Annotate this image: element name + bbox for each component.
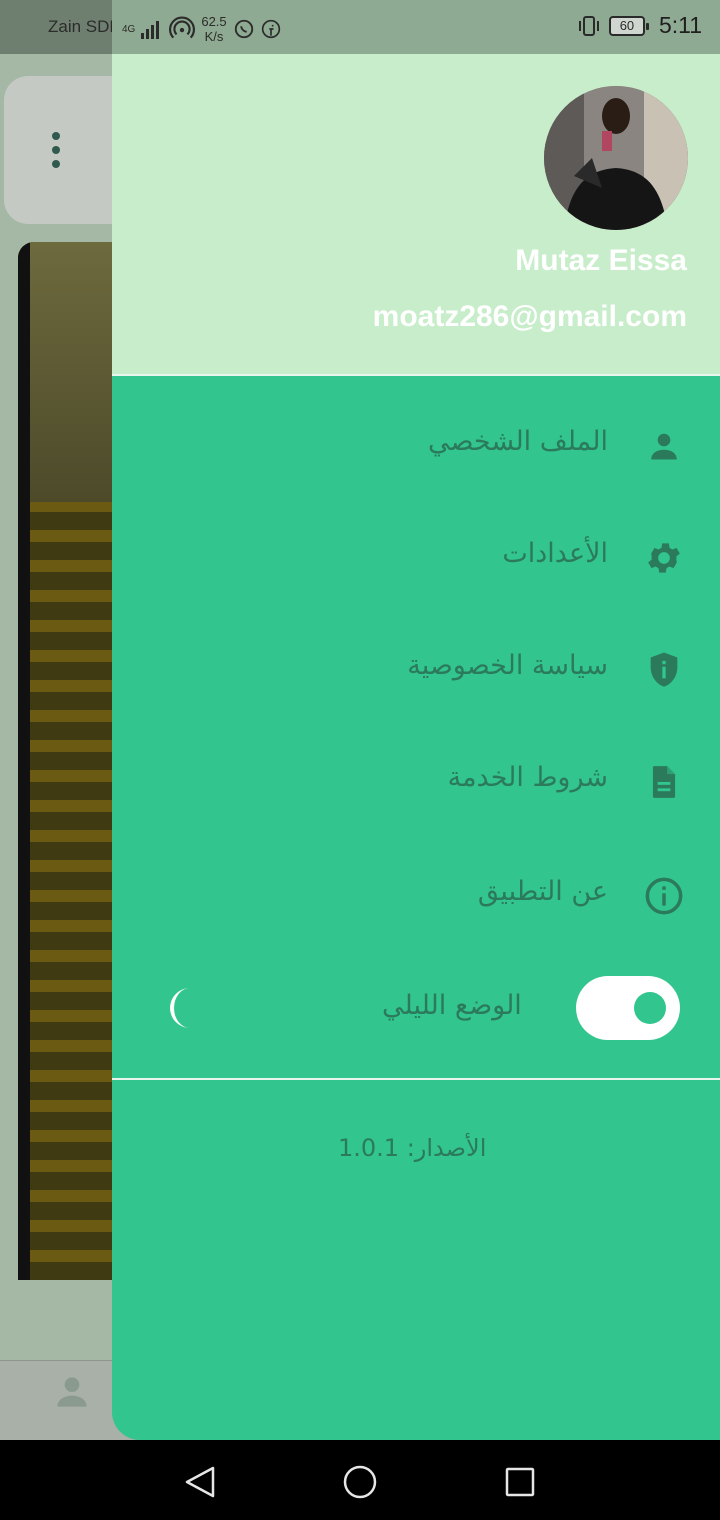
- menu-item-label: الملف الشخصي: [428, 426, 608, 457]
- user-email: moatz286@gmail.com: [372, 300, 687, 333]
- menu-item-about-app[interactable]: عن التطبيق: [112, 856, 720, 936]
- info-icon: [642, 874, 686, 918]
- menu-item-profile[interactable]: الملف الشخصي: [112, 406, 720, 486]
- carrier-name: Zain SDN: [48, 17, 122, 36]
- night-mode-label: الوضع الليلي: [382, 990, 522, 1021]
- home-button[interactable]: [342, 1464, 378, 1500]
- status-bar: 4G 62.5 K/s 60 5:11: [112, 0, 720, 54]
- network-speed: 62.5 K/s: [201, 14, 227, 44]
- system-navigation-bar: [0, 1440, 720, 1520]
- facebook-icon: [261, 19, 280, 39]
- back-button[interactable]: [182, 1464, 218, 1500]
- night-mode-toggle[interactable]: [576, 976, 680, 1040]
- navigation-drawer: 4G 62.5 K/s 60 5:11 Mutaz Eissa moatz286…: [112, 0, 720, 1440]
- shield-icon: [642, 648, 686, 692]
- menu-item-privacy-policy[interactable]: سياسة الخصوصية: [112, 630, 720, 710]
- divider: [112, 1078, 720, 1080]
- menu-item-label: سياسة الخصوصية: [407, 650, 608, 681]
- avatar[interactable]: [544, 86, 688, 230]
- gear-icon: [642, 536, 686, 580]
- app-version: الأصدار: 1.0.1: [338, 1134, 487, 1162]
- menu-item-settings[interactable]: الأعدادات: [112, 518, 720, 598]
- bottom-nav-person-icon: [50, 1370, 94, 1418]
- network-type-icon: 4G: [122, 23, 136, 35]
- hotspot-icon: [169, 16, 196, 39]
- moon-icon: [164, 986, 204, 1034]
- person-icon: [642, 424, 686, 468]
- vibrate-icon: [578, 15, 599, 36]
- more-options-icon: [52, 132, 60, 168]
- drawer-header: Mutaz Eissa moatz286@gmail.com: [112, 54, 720, 374]
- user-name: Mutaz Eissa: [515, 244, 687, 277]
- battery-icon: 60: [608, 15, 649, 36]
- document-icon: [642, 760, 686, 804]
- menu-item-label: الأعدادات: [502, 538, 608, 569]
- toggle-knob: [634, 992, 666, 1024]
- menu-item-terms-of-service[interactable]: شروط الخدمة: [112, 742, 720, 822]
- menu-item-label: شروط الخدمة: [447, 762, 608, 793]
- divider: [112, 374, 720, 376]
- signal-icon: [141, 21, 160, 39]
- recents-button[interactable]: [502, 1464, 538, 1500]
- clock: 5:11: [658, 12, 702, 38]
- whatsapp-icon: [234, 19, 253, 39]
- menu-item-label: عن التطبيق: [477, 876, 608, 907]
